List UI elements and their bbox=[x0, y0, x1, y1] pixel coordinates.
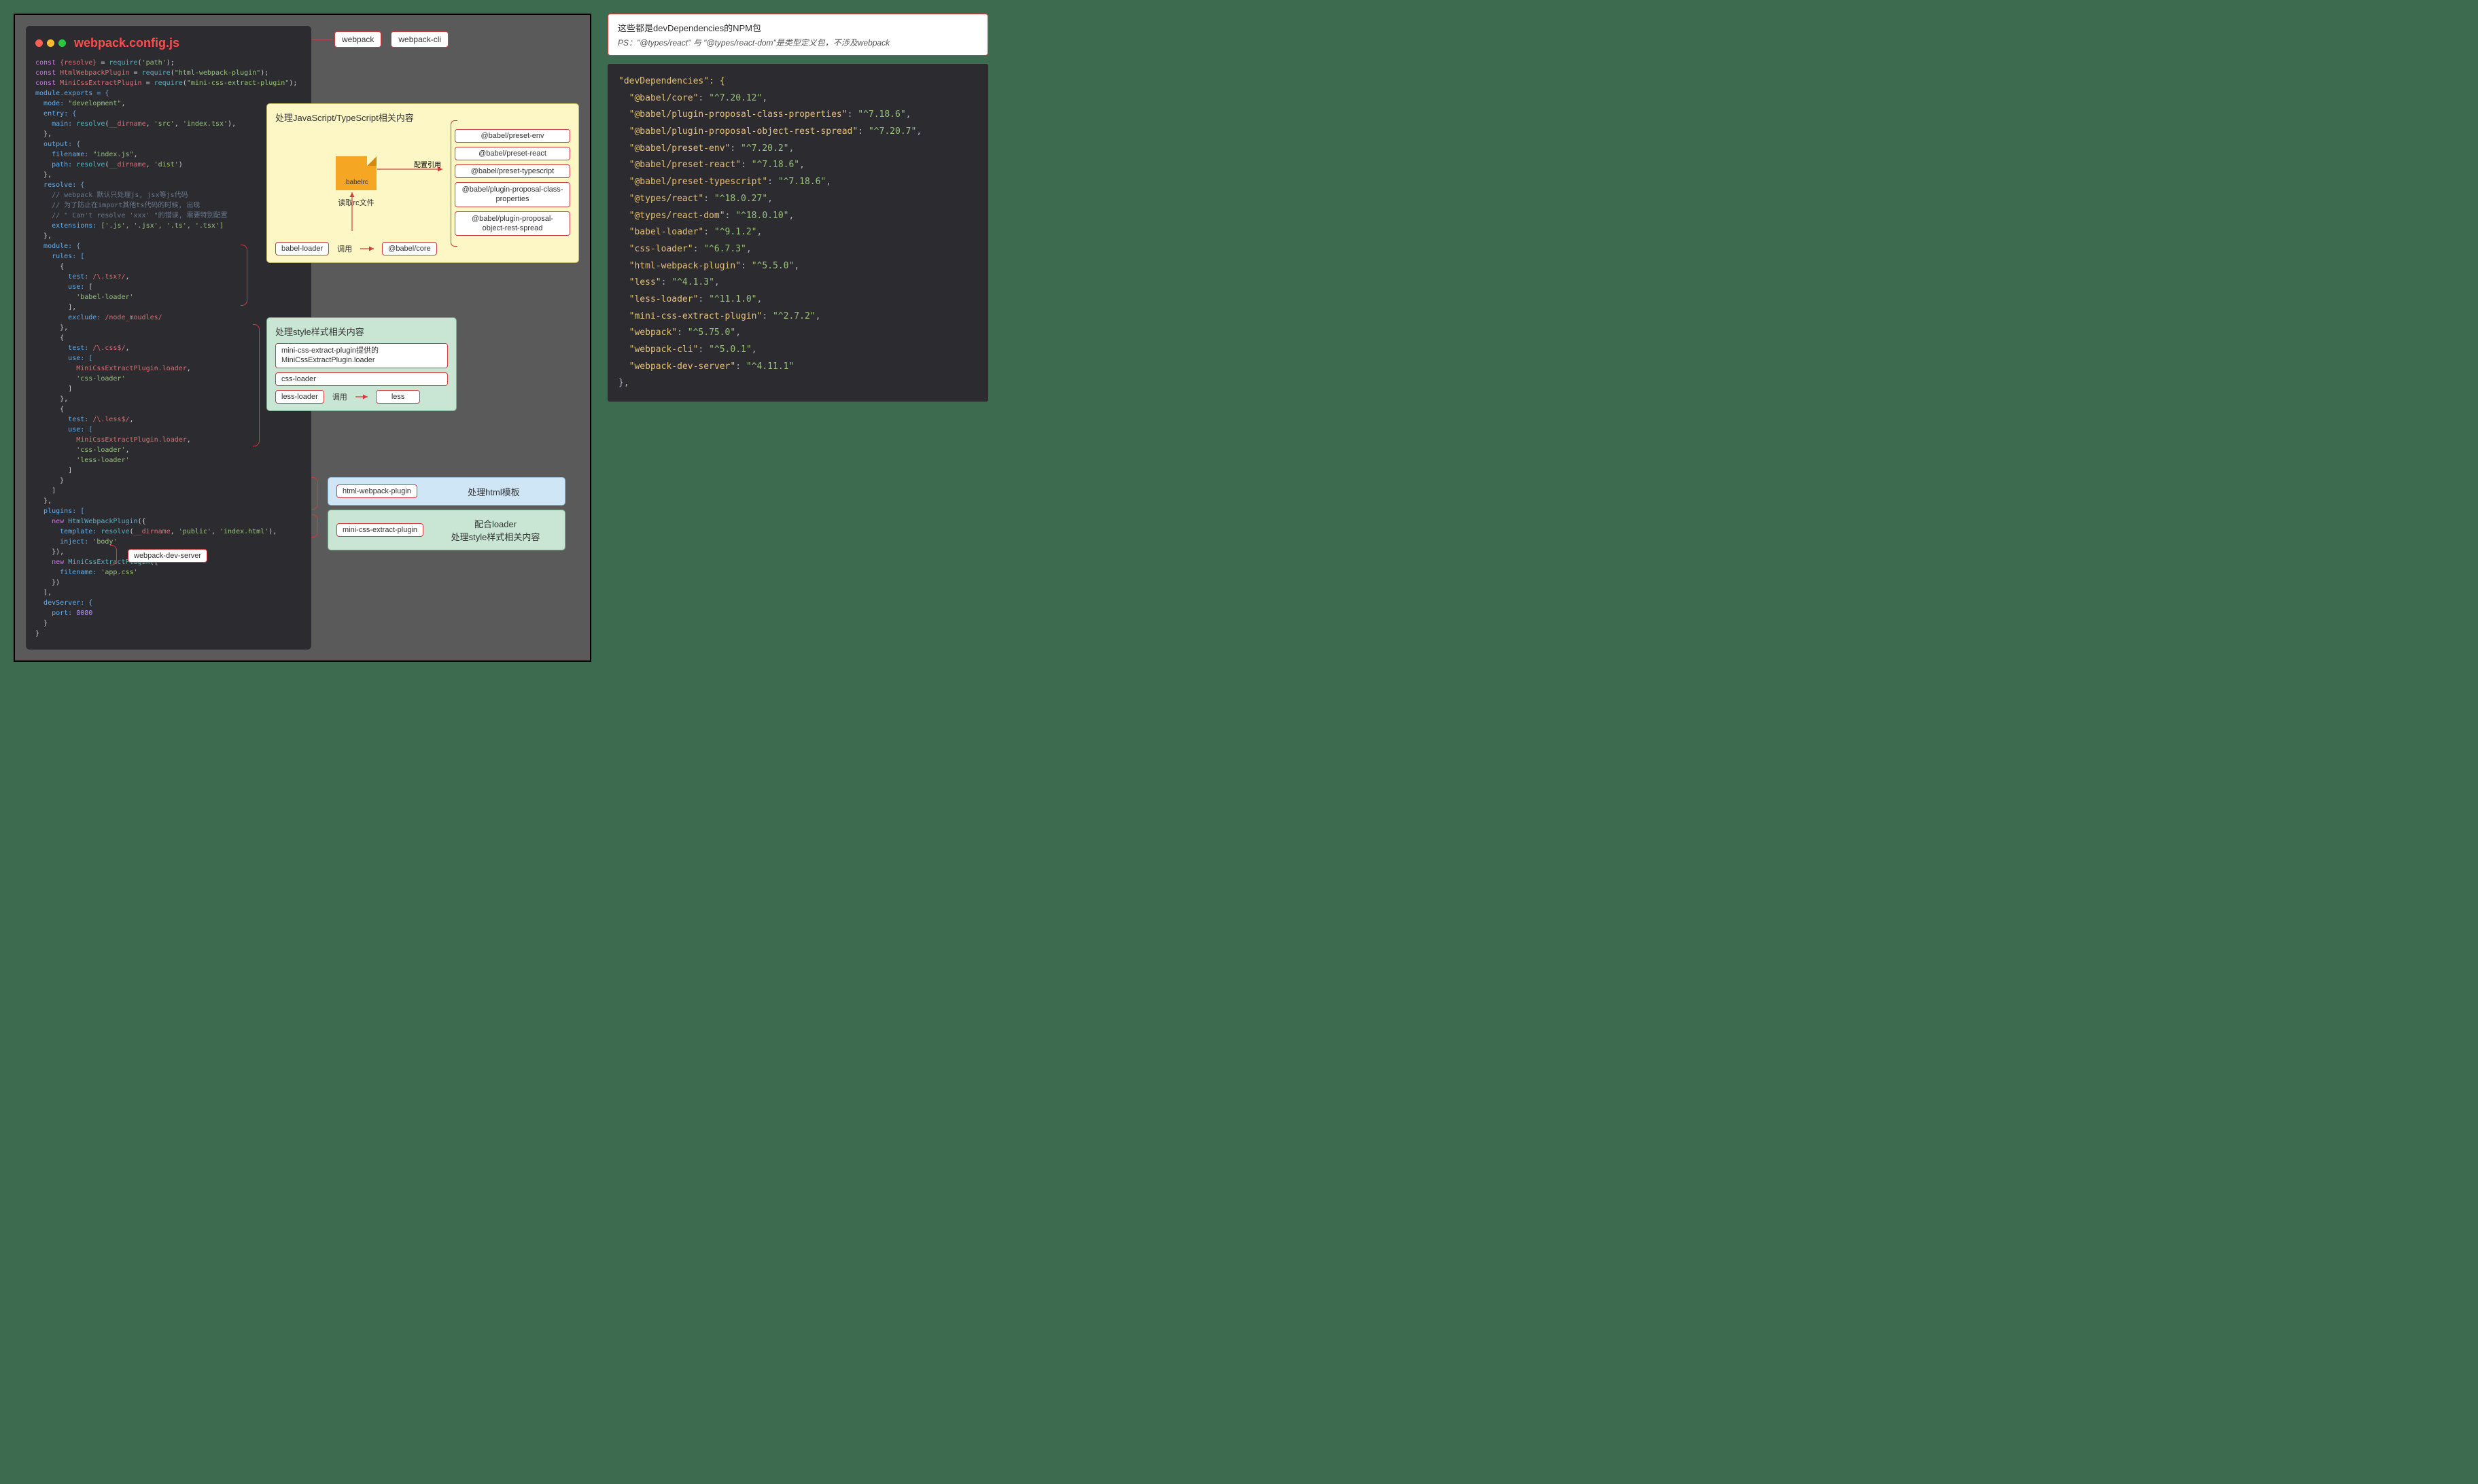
html-plugin-box: html-webpack-plugin bbox=[336, 484, 417, 498]
preset-item: @babel/plugin-proposal-class-properties bbox=[455, 182, 570, 207]
dep-row: "less": "^4.1.3", bbox=[618, 275, 977, 292]
dep-row: "@babel/core": "^7.20.12", bbox=[618, 90, 977, 107]
close-dot bbox=[35, 39, 43, 47]
webpack-box: webpack bbox=[334, 31, 381, 48]
note-line1: 这些都是devDependencies的NPM包 bbox=[618, 21, 978, 34]
bracket-dev bbox=[110, 545, 117, 565]
top-boxes: webpack webpack-cli bbox=[334, 31, 449, 48]
style-panel: 处理style样式相关内容 mini-css-extract-plugin提供的… bbox=[266, 317, 457, 411]
js-panel-title: 处理JavaScript/TypeScript相关内容 bbox=[275, 111, 570, 124]
call-label: 调用 bbox=[334, 243, 355, 254]
dep-row: "@babel/plugin-proposal-object-rest-spre… bbox=[618, 124, 977, 141]
babelrc-file: .babelrc bbox=[336, 156, 377, 190]
mini-plugin-box: mini-css-extract-plugin bbox=[336, 523, 423, 537]
babel-loader-box: babel-loader bbox=[275, 242, 329, 255]
less-box: less bbox=[376, 390, 421, 404]
css-loader-box: css-loader bbox=[275, 372, 448, 386]
dep-row: "@types/react-dom": "^18.0.10", bbox=[618, 208, 977, 225]
preset-item: @babel/preset-env bbox=[455, 129, 570, 143]
js-panel: 处理JavaScript/TypeScript相关内容 .babelrc 读取r… bbox=[266, 103, 579, 263]
babel-core-box: @babel/core bbox=[382, 242, 437, 255]
webpack-cli-box: webpack-cli bbox=[391, 31, 449, 48]
bracket-html bbox=[311, 477, 318, 510]
dep-row: "webpack-cli": "^5.0.1", bbox=[618, 342, 977, 359]
dep-row: "@babel/preset-typescript": "^7.18.6", bbox=[618, 174, 977, 191]
window-title: webpack.config.js bbox=[74, 34, 179, 52]
diagram-canvas: webpack webpack-cli 使用 webpack.config.js… bbox=[14, 14, 591, 662]
preset-item: @babel/preset-typescript bbox=[455, 164, 570, 178]
note-box: 这些都是devDependencies的NPM包 PS："@types/reac… bbox=[608, 14, 988, 56]
mini-desc: 配合loader 处理style样式相关内容 bbox=[434, 517, 557, 543]
bracket-presets bbox=[451, 120, 457, 247]
dep-row: "mini-css-extract-plugin": "^2.7.2", bbox=[618, 308, 977, 325]
dep-row: "babel-loader": "^9.1.2", bbox=[618, 224, 977, 241]
dep-row: "html-webpack-plugin": "^5.5.0", bbox=[618, 258, 977, 275]
dep-row: "css-loader": "^6.7.3", bbox=[618, 241, 977, 258]
arrow-read bbox=[349, 190, 355, 231]
right-column: 这些都是devDependencies的NPM包 PS："@types/reac… bbox=[608, 14, 988, 402]
dev-server-box: webpack-dev-server bbox=[128, 549, 207, 563]
dep-row: "@babel/preset-react": "^7.18.6", bbox=[618, 157, 977, 174]
mini-panel: mini-css-extract-plugin 配合loader 处理style… bbox=[328, 510, 565, 550]
read-label: 读取rc文件 bbox=[275, 197, 437, 208]
mini-loader-box: mini-css-extract-plugin提供的 MiniCssExtrac… bbox=[275, 343, 448, 368]
preset-list: @babel/preset-env @babel/preset-react @b… bbox=[455, 129, 570, 255]
deps-code: "devDependencies": { "@babel/core": "^7.… bbox=[608, 64, 988, 402]
window-header: webpack.config.js bbox=[35, 34, 302, 52]
dep-row: "@babel/plugin-proposal-class-properties… bbox=[618, 107, 977, 124]
preset-item: @babel/plugin-proposal-object-rest-sprea… bbox=[455, 211, 570, 236]
dep-row: "@babel/preset-env": "^7.20.2", bbox=[618, 141, 977, 158]
html-panel: html-webpack-plugin 处理html模板 bbox=[328, 477, 565, 506]
dep-row: "webpack": "^5.75.0", bbox=[618, 325, 977, 342]
dep-row: "less-loader": "^11.1.0", bbox=[618, 292, 977, 308]
dep-row: "@types/react": "^18.0.27", bbox=[618, 191, 977, 208]
max-dot bbox=[58, 39, 66, 47]
min-dot bbox=[47, 39, 54, 47]
style-panel-title: 处理style样式相关内容 bbox=[275, 325, 448, 338]
html-desc: 处理html模板 bbox=[431, 485, 557, 498]
preset-item: @babel/preset-react bbox=[455, 147, 570, 160]
bracket-js bbox=[241, 245, 247, 306]
bracket-mini bbox=[311, 514, 318, 537]
config-ref-label: 配置引用 bbox=[414, 162, 441, 170]
bracket-style bbox=[253, 324, 260, 446]
less-loader-box: less-loader bbox=[275, 390, 324, 404]
note-ps: PS："@types/react" 与 "@types/react-dom"是类… bbox=[618, 37, 978, 48]
dep-row: "webpack-dev-server": "^4.11.1" bbox=[618, 359, 977, 376]
